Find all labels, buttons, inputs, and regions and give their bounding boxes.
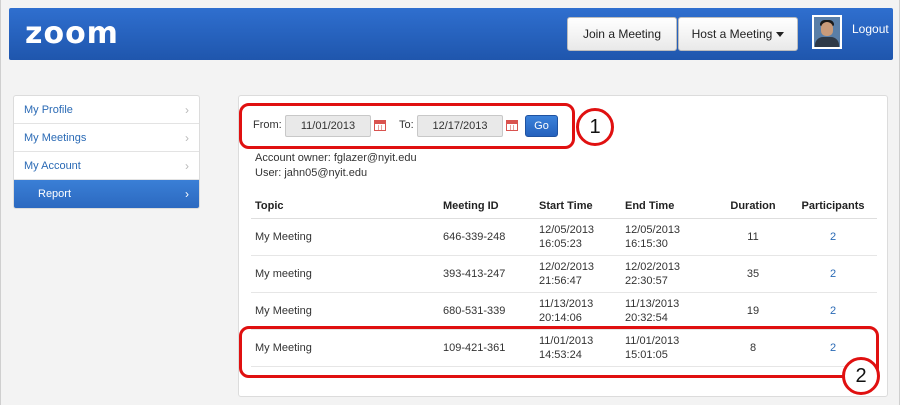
logout-link[interactable]: Logout bbox=[852, 22, 889, 36]
account-owner-text: Account owner: fglazer@nyit.edu bbox=[255, 152, 417, 164]
end-clock: 16:15:30 bbox=[625, 237, 668, 250]
start-time-cell: 12/05/2013 16:05:23 bbox=[535, 218, 621, 256]
sidebar-item-label: My Account bbox=[24, 159, 81, 172]
browser-frame: zoom Join a Meeting Host a Meeting Logou… bbox=[0, 0, 900, 405]
top-header: zoom Join a Meeting Host a Meeting Logou… bbox=[9, 8, 893, 60]
row-highlight bbox=[239, 326, 879, 378]
participants-link[interactable]: 2 bbox=[830, 268, 836, 280]
sidebar-item-report[interactable]: Report › bbox=[14, 180, 199, 208]
duration-cell: 35 bbox=[717, 255, 789, 293]
chevron-right-icon: › bbox=[185, 131, 189, 145]
end-time-cell: 12/02/2013 22:30:57 bbox=[621, 255, 717, 293]
duration-cell: 19 bbox=[717, 292, 789, 330]
topic-cell: My Meeting bbox=[251, 292, 439, 330]
table-row: My Meeting 680-531-339 11/13/2013 20:14:0… bbox=[251, 292, 877, 330]
start-time-cell: 12/02/2013 21:56:47 bbox=[535, 255, 621, 293]
chevron-right-icon: › bbox=[185, 159, 189, 173]
duration-cell: 11 bbox=[717, 218, 789, 256]
participants-cell: 2 bbox=[789, 218, 877, 256]
participants-cell: 2 bbox=[789, 255, 877, 293]
meeting-id-cell: 680-531-339 bbox=[439, 292, 535, 330]
join-meeting-label: Join a Meeting bbox=[582, 27, 662, 41]
sidebar-item-label: Report bbox=[38, 188, 72, 200]
start-clock: 21:56:47 bbox=[539, 274, 582, 287]
table-row: My meeting 393-413-247 12/02/2013 21:56:4… bbox=[251, 255, 877, 293]
column-header-duration: Duration bbox=[717, 194, 789, 219]
sidebar-item-my-account[interactable]: My Account › bbox=[14, 152, 199, 180]
end-time-cell: 11/13/2013 20:32:54 bbox=[621, 292, 717, 330]
column-header-topic: Topic bbox=[251, 194, 439, 219]
sidebar: My Profile › My Meetings › My Account › … bbox=[13, 95, 200, 209]
start-date: 12/02/2013 bbox=[539, 260, 595, 273]
table-row: My Meeting 646-339-248 12/05/2013 16:05:2… bbox=[251, 218, 877, 256]
date-filter-highlight bbox=[239, 103, 575, 149]
topic-cell: My Meeting bbox=[251, 218, 439, 256]
join-meeting-button[interactable]: Join a Meeting bbox=[567, 17, 677, 51]
avatar[interactable] bbox=[812, 15, 842, 49]
start-time-cell: 11/13/2013 20:14:06 bbox=[535, 292, 621, 330]
meeting-id-cell: 393-413-247 bbox=[439, 255, 535, 293]
participants-cell: 2 bbox=[789, 292, 877, 330]
caret-down-icon bbox=[776, 31, 785, 37]
host-meeting-button[interactable]: Host a Meeting bbox=[678, 17, 798, 51]
user-text: User: jahn05@nyit.edu bbox=[255, 167, 368, 179]
participants-link[interactable]: 2 bbox=[830, 305, 836, 317]
start-clock: 16:05:23 bbox=[539, 237, 582, 250]
table-header-row: Topic Meeting ID Start Time End Time Dur… bbox=[251, 194, 877, 219]
sidebar-item-my-meetings[interactable]: My Meetings › bbox=[14, 124, 199, 152]
column-header-meeting-id: Meeting ID bbox=[439, 194, 535, 219]
meeting-id-cell: 646-339-248 bbox=[439, 218, 535, 256]
start-date: 12/05/2013 bbox=[539, 223, 595, 236]
topic-cell: My meeting bbox=[251, 255, 439, 293]
start-date: 11/13/2013 bbox=[539, 297, 594, 310]
start-clock: 20:14:06 bbox=[539, 311, 582, 324]
end-date: 12/02/2013 bbox=[625, 260, 681, 273]
end-time-cell: 12/05/2013 16:15:30 bbox=[621, 218, 717, 256]
callout-number-two: 2 bbox=[842, 357, 880, 395]
end-clock: 22:30:57 bbox=[625, 274, 668, 287]
chevron-right-icon: › bbox=[185, 187, 189, 201]
column-header-end-time: End Time bbox=[621, 194, 717, 219]
chevron-right-icon: › bbox=[185, 103, 189, 117]
sidebar-item-label: My Meetings bbox=[24, 131, 87, 144]
callout-number-one: 1 bbox=[576, 108, 614, 146]
end-date: 11/13/2013 bbox=[625, 297, 680, 310]
host-meeting-label: Host a Meeting bbox=[691, 27, 773, 41]
end-clock: 20:32:54 bbox=[625, 311, 668, 324]
sidebar-item-my-profile[interactable]: My Profile › bbox=[14, 96, 199, 124]
participants-link[interactable]: 2 bbox=[830, 231, 836, 243]
sidebar-item-label: My Profile bbox=[24, 103, 73, 116]
end-date: 12/05/2013 bbox=[625, 223, 681, 236]
zoom-logo[interactable]: zoom bbox=[25, 16, 119, 51]
column-header-start-time: Start Time bbox=[535, 194, 621, 219]
column-header-participants: Participants bbox=[789, 194, 877, 219]
